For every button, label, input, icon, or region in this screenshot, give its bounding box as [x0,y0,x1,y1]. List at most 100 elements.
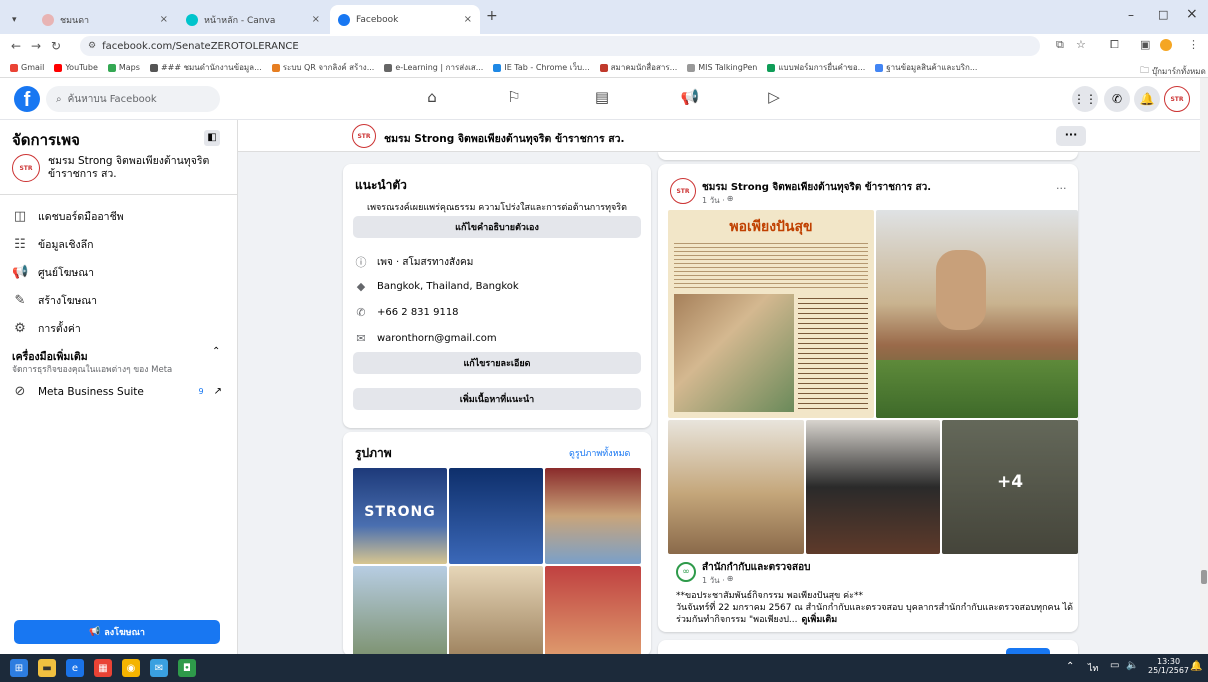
tab-2[interactable]: Facebook × [330,5,480,34]
shared-time[interactable]: 1 วัน · [702,574,725,587]
sidebar-item-ads-center[interactable]: 📢 ศูนย์โฆษณา [12,264,94,281]
extensions-icon[interactable]: ⧠ [1110,38,1119,52]
sidebar-item-insights[interactable]: ☷ ข้อมูลเชิงลึก [12,236,93,253]
language-icon[interactable]: ไท [1088,661,1098,675]
new-tab-button[interactable]: + [486,8,498,24]
notifications-bell-icon[interactable]: 🔔 [1134,86,1160,112]
shared-author-avatar[interactable]: ∞ [676,562,696,582]
email-text[interactable]: waronthorn@gmail.com [377,333,497,344]
tab-1[interactable]: หน้าหลัก - Canva × [178,5,328,34]
photo-thumbnail[interactable] [545,566,641,656]
all-bookmarks-folder[interactable]: 🗀 บุ๊กมาร์กทั้งหมด [1140,63,1206,77]
page-name[interactable]: ชมรม Strong จิตพอเพียงต้านทุจริต ข้าราชก… [384,130,625,147]
file-explorer-icon[interactable]: ▬ [38,659,56,677]
edge-icon[interactable]: e [66,659,84,677]
shared-author[interactable]: สำนักกำกับและตรวจสอบ [702,560,810,575]
heart-icon [599,63,608,72]
author-avatar[interactable]: STR [670,178,696,204]
post-photo[interactable] [806,420,940,554]
chevron-up-icon[interactable]: ⌃ [212,346,220,357]
post-photo[interactable] [668,420,804,554]
marketplace-icon[interactable]: ▤ [590,88,614,110]
install-app-icon[interactable]: ⧉ [1056,38,1064,52]
post-author[interactable]: ชมรม Strong จิตพอเพียงต้านทุจริต ข้าราชก… [702,180,931,195]
bookmark-star-icon[interactable]: ☆ [1076,38,1086,51]
edit-details-button[interactable]: แก้ไขรายละเอียด [353,352,641,374]
windows-start-icon[interactable]: ⊞ [10,659,28,677]
sidepanel-icon[interactable]: ▣ [1140,38,1150,51]
bookmark-item[interactable]: IE Tab - Chrome เว็บ... [493,61,590,74]
site-info-icon[interactable]: ⚙ [88,41,96,51]
back-icon[interactable]: ← [6,39,26,53]
menu-kebab-icon[interactable]: ⋮ [1188,38,1199,51]
volume-icon[interactable]: 🔈 [1126,660,1138,671]
bookmark-item[interactable]: สมาคมนักสื่อสาร... [599,61,678,74]
menu-grid-icon[interactable]: ⋮⋮ [1072,86,1098,112]
close-tab-icon[interactable]: × [160,14,168,25]
network-icon[interactable]: ▭ [1110,660,1119,671]
tab-0[interactable]: ชมนดา × [34,5,176,34]
close-tab-icon[interactable]: × [312,14,320,25]
bookmark-item[interactable]: Gmail [10,63,44,72]
bookmark-item[interactable]: แบบฟอร์มการยื่นคำขอ... [767,61,865,74]
bookmark-item[interactable]: YouTube [54,63,98,72]
photo-thumbnail[interactable] [353,566,447,656]
post-time[interactable]: 1 วัน · [702,194,725,207]
sidebar-item-create-ad[interactable]: ✎ สร้างโฆษณา [12,292,98,309]
facebook-logo-icon[interactable]: f [14,86,40,112]
bookmark-item[interactable]: Maps [107,63,140,72]
forward-icon[interactable]: → [26,39,46,53]
more-options-button[interactable]: ··· [1056,126,1086,146]
sidebar-item-settings[interactable]: ⚙ การตั้งค่า [12,320,81,337]
chrome-icon[interactable]: ◉ [122,659,140,677]
home-icon[interactable]: ⌂ [420,88,444,110]
post-photo-more[interactable]: +4 [942,420,1078,554]
bookmark-item[interactable]: e-Learning | การส่งเส... [384,61,483,74]
megaphone-icon[interactable]: 📢 [678,88,702,110]
see-more-link[interactable]: ดูเพิ่มเติม [802,612,838,626]
reload-icon[interactable]: ↻ [46,39,66,53]
close-tab-icon[interactable]: × [464,14,472,25]
post-more-icon[interactable]: ··· [1056,182,1067,195]
app-icon[interactable]: ✉ [150,659,168,677]
photo-thumbnail[interactable] [449,468,543,564]
post-photo-poster[interactable]: พอเพียงปันสุข [668,210,874,418]
add-featured-button[interactable]: เพิ่มเนื้อหาที่แนะนำ [353,388,641,410]
profile-avatar[interactable] [1160,39,1172,51]
scrollbar[interactable] [1200,78,1208,654]
bookmark-label: ### ชมนดำนักงานข้อมูล... [160,63,262,72]
photo-thumbnail[interactable]: STRONG [353,468,447,564]
scrollbar-thumb[interactable] [1201,570,1207,584]
bookmark-item[interactable]: ฐานข้อมูลสินค้าและบริก... [875,61,977,74]
see-all-photos-link[interactable]: ดูรูปภาพทั้งหมด [569,446,630,460]
edit-bio-button[interactable]: แก้ไขคำอธิบายตัวเอง [353,216,641,238]
profile-avatar[interactable]: STR [1164,86,1190,112]
video-icon[interactable]: ▷ [762,88,786,110]
clock[interactable]: 13:30 25/1/2567 [1148,657,1189,675]
tray-chevron-icon[interactable]: ⌃ [1066,661,1074,672]
sidebar-page-profile[interactable]: STR ชมรม Strong จิตพอเพียงต้านทุจริต ข้า… [12,154,218,182]
photo-thumbnail[interactable] [449,566,543,656]
bookmark-label: สมาคมนักสื่อสาร... [610,63,678,72]
close-window-button[interactable]: × [1186,6,1198,22]
address-bar[interactable]: ⚙ facebook.com/SenateZEROTOLERANCE [80,36,1040,56]
store-icon[interactable]: ▦ [94,659,112,677]
bookmark-item[interactable]: ระบบ QR จากลิงค์ สร้าง... [271,61,374,74]
sidebar-item-dashboard[interactable]: ◫ แดชบอร์ดมืออาชีพ [12,208,124,225]
post-photo[interactable] [876,210,1078,418]
flag-icon[interactable]: ⚐ [502,88,526,110]
messenger-icon[interactable]: ✆ [1104,86,1130,112]
line-icon[interactable]: ◘ [178,659,196,677]
collapse-sidebar-icon[interactable]: ◧ [204,130,220,146]
tab-search-button[interactable]: ▾ [4,5,28,34]
bookmark-item[interactable]: MIS TalkingPen [687,63,757,72]
meta-business-suite-link[interactable]: ⊘ Meta Business Suite 9 ↗ [12,384,222,399]
search-input[interactable]: ⌕ ค้นหาบน Facebook [46,86,220,112]
bookmark-item[interactable]: ### ชมนดำนักงานข้อมูล... [149,61,262,74]
minimize-button[interactable]: – [1128,8,1134,22]
poster-text-block [798,294,868,412]
photo-thumbnail[interactable] [545,468,641,564]
maximize-button[interactable]: □ [1158,8,1168,21]
promote-button[interactable]: 📢 ลงโฆษณา [14,620,220,644]
notification-icon[interactable]: 🔔 [1190,661,1202,672]
